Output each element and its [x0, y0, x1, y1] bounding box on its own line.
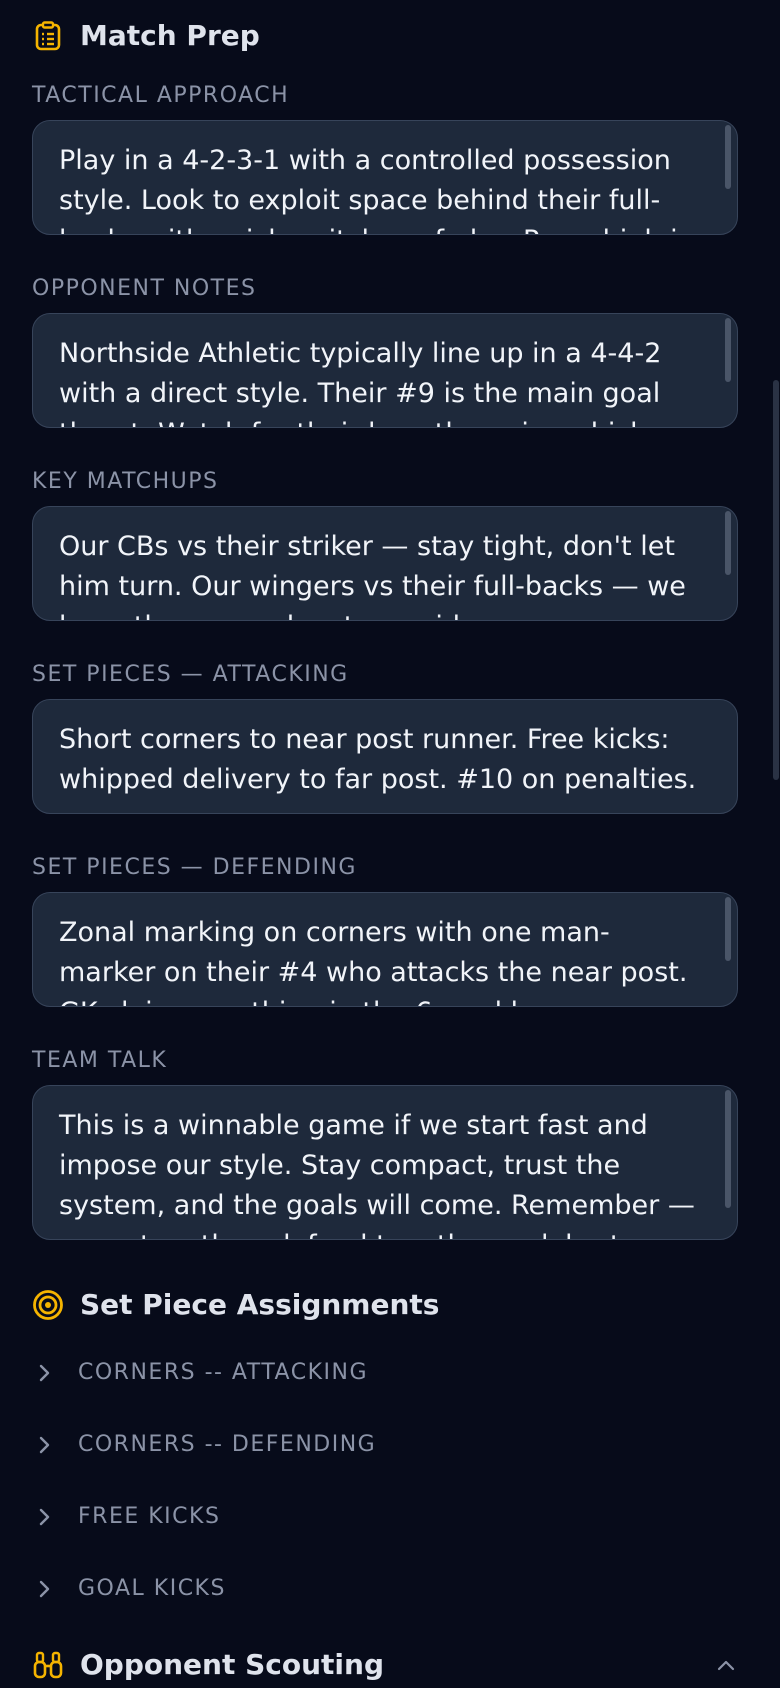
field-scrollbar[interactable]	[725, 511, 731, 575]
field-scrollbar[interactable]	[725, 897, 731, 961]
accordion-corners-defending[interactable]: CORNERS -- DEFENDING	[32, 1432, 376, 1457]
team-talk-text: This is a winnable game if we start fast…	[59, 1110, 695, 1239]
chevron-right-icon	[32, 1361, 56, 1385]
opponent-notes-label: OPPONENT NOTES	[32, 276, 257, 301]
accordion-corners-attacking[interactable]: CORNERS -- ATTACKING	[32, 1360, 368, 1385]
team-talk-field[interactable]: This is a winnable game if we start fast…	[32, 1085, 738, 1240]
target-icon	[32, 1289, 64, 1321]
chevron-right-icon	[32, 1577, 56, 1601]
accordion-label: CORNERS -- DEFENDING	[78, 1432, 377, 1457]
key-matchups-label: KEY MATCHUPS	[32, 469, 219, 494]
chevron-right-icon	[32, 1505, 56, 1529]
set-pieces-defending-field[interactable]: Zonal marking on corners with one man-ma…	[32, 892, 738, 1007]
field-scrollbar[interactable]	[725, 125, 731, 189]
opponent-notes-field[interactable]: Northside Athletic typically line up in …	[32, 313, 738, 428]
set-pieces-defending-label: SET PIECES — DEFENDING	[32, 855, 357, 880]
field-scrollbar[interactable]	[725, 1090, 731, 1208]
accordion-label: GOAL KICKS	[78, 1576, 226, 1601]
tactical-approach-label: TACTICAL APPROACH	[32, 83, 290, 108]
accordion-label: FREE KICKS	[78, 1504, 221, 1529]
match-prep-header: Match Prep	[32, 19, 260, 52]
tactical-approach-text: Play in a 4-2-3-1 with a controlled poss…	[59, 145, 695, 234]
field-scrollbar[interactable]	[725, 318, 731, 382]
chevron-up-icon[interactable]	[714, 1654, 738, 1678]
set-pieces-attacking-field[interactable]: Short corners to near post runner. Free …	[32, 699, 738, 814]
clipboard-icon	[32, 20, 64, 52]
opponent-notes-text: Northside Athletic typically line up in …	[59, 338, 700, 427]
key-matchups-text: Our CBs vs their striker — stay tight, d…	[59, 531, 686, 620]
set-piece-assignments-header[interactable]: Set Piece Assignments	[32, 1288, 439, 1321]
chevron-right-icon	[32, 1433, 56, 1457]
team-talk-label: TEAM TALK	[32, 1048, 168, 1073]
match-prep-page: Match Prep TACTICAL APPROACH Play in a 4…	[0, 0, 780, 1688]
set-pieces-defending-text: Zonal marking on corners with one man-ma…	[59, 917, 688, 1006]
opponent-scouting-title: Opponent Scouting	[80, 1648, 385, 1681]
binoculars-icon	[32, 1649, 64, 1681]
key-matchups-field[interactable]: Our CBs vs their striker — stay tight, d…	[32, 506, 738, 621]
accordion-goal-kicks[interactable]: GOAL KICKS	[32, 1576, 226, 1601]
set-pieces-attacking-text: Short corners to near post runner. Free …	[59, 724, 697, 795]
accordion-free-kicks[interactable]: FREE KICKS	[32, 1504, 220, 1529]
accordion-label: CORNERS -- ATTACKING	[78, 1360, 369, 1385]
match-prep-title: Match Prep	[80, 19, 260, 52]
set-piece-assignments-title: Set Piece Assignments	[80, 1288, 440, 1321]
tactical-approach-field[interactable]: Play in a 4-2-3-1 with a controlled poss…	[32, 120, 738, 235]
opponent-scouting-header[interactable]: Opponent Scouting	[32, 1648, 384, 1681]
set-pieces-attacking-label: SET PIECES — ATTACKING	[32, 662, 349, 687]
page-scrollbar[interactable]	[773, 380, 779, 780]
